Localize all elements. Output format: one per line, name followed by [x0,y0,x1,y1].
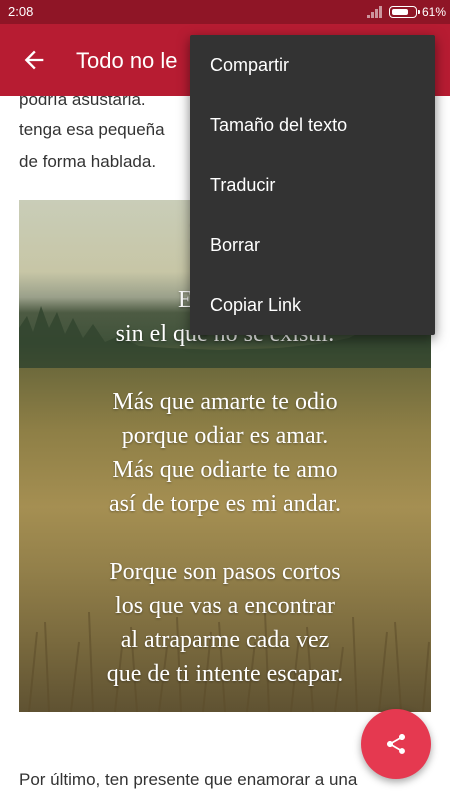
poem-line: los que vas a encontrar [115,593,335,619]
signal-icon [367,6,383,18]
page-title: Todo no le [76,48,178,73]
paragraph-line: Por último, ten presente que enamorar a … [19,770,358,789]
poem-line: Porque son pasos cortos [109,559,341,585]
poem-line: porque odiar es amar. [121,423,329,449]
poem-line: que de ti intente escapar. [106,661,344,687]
battery-icon [389,6,420,18]
overflow-menu: Compartir Tamaño del texto Traducir Borr… [190,35,435,335]
battery-percent: 61% [422,5,447,19]
paragraph-line: de forma hablada. [19,152,157,171]
poem-line: Más que amarte te odio [112,389,338,415]
share-icon [387,734,405,754]
menu-item-delete[interactable]: Borrar [190,215,435,275]
poem-line: así de torpe es mi andar. [109,491,341,517]
status-bar: 2:08 61% [0,0,450,24]
menu-item-text-size[interactable]: Tamaño del texto [190,95,435,155]
menu-item-compartir[interactable]: Compartir [190,35,435,95]
menu-item-translate[interactable]: Traducir [190,155,435,215]
status-time: 2:08 [8,4,34,19]
paragraph-line: podría asustarla. [19,96,146,109]
back-arrow-icon[interactable] [20,46,48,74]
paragraph-line: tenga esa pequeña [19,120,165,139]
poem-line: al atraparme cada vez [120,627,330,653]
poem-line: Más que odiarte te amo [112,457,338,483]
menu-item-copy-link[interactable]: Copiar Link [190,275,435,335]
share-button[interactable] [361,709,431,779]
